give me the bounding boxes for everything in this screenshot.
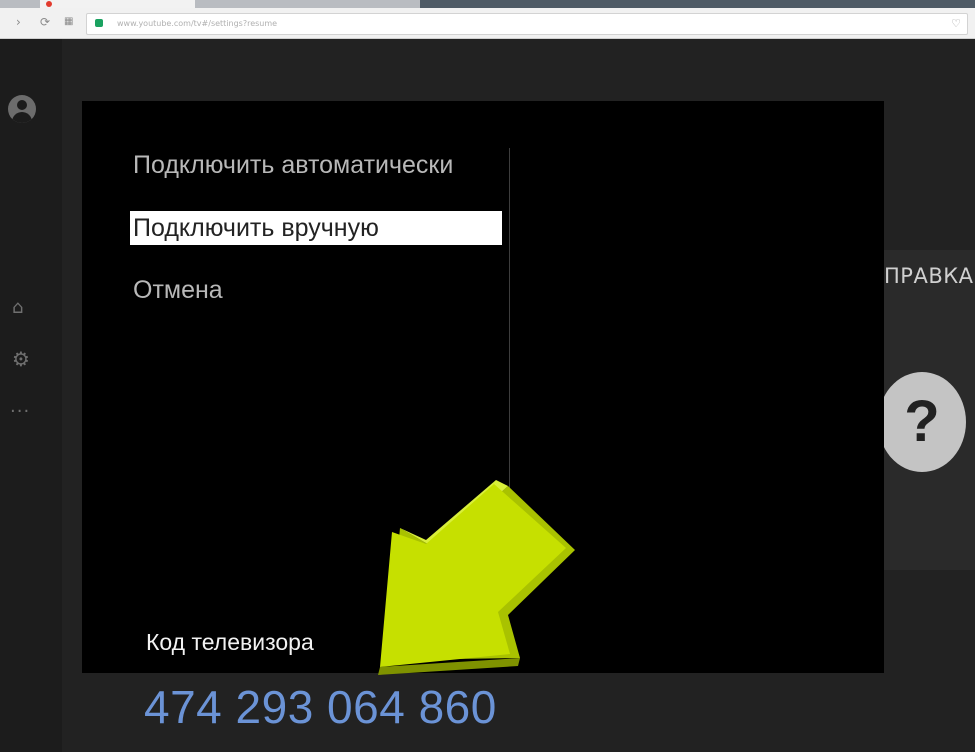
left-rail: ⌂ ⚙ ···	[0, 39, 62, 752]
account-icon[interactable]	[8, 95, 36, 123]
tv-code-label: Код телевизора	[146, 629, 314, 655]
chevron-right-icon[interactable]: ›	[16, 15, 21, 29]
menu-item-cancel[interactable]: Отмена	[130, 273, 502, 307]
menu-item-connect-auto[interactable]: Подключить автоматически	[130, 148, 502, 182]
tv-code-value: 474 293 064 860	[144, 681, 497, 733]
video-overlay-strip	[420, 0, 975, 8]
home-icon[interactable]: ⌂	[12, 297, 23, 318]
help-label: ПРАВКА	[884, 264, 974, 288]
reload-icon[interactable]: ⟳	[40, 15, 50, 29]
url-text: www.youtube.com/tv#/settings?resume	[117, 19, 278, 28]
heart-icon[interactable]: ♡	[951, 17, 961, 31]
help-question-icon[interactable]: ?	[878, 372, 966, 472]
youtube-favicon-icon	[46, 1, 52, 7]
arrow-pointer-icon	[378, 480, 575, 675]
menu-item-connect-manual[interactable]: Подключить вручную	[130, 211, 502, 245]
more-icon[interactable]: ···	[10, 401, 30, 422]
gear-icon[interactable]: ⚙	[12, 347, 30, 371]
dialog-divider	[509, 148, 510, 488]
grid-icon[interactable]: ▦	[64, 15, 73, 29]
lock-icon	[95, 19, 103, 27]
browser-tab[interactable]	[40, 0, 195, 8]
browser-tab-strip	[0, 0, 975, 8]
browser-toolbar: › ⟳ ▦ www.youtube.com/tv#/settings?resum…	[0, 8, 975, 39]
address-bar[interactable]: www.youtube.com/tv#/settings?resume ♡	[86, 13, 968, 35]
